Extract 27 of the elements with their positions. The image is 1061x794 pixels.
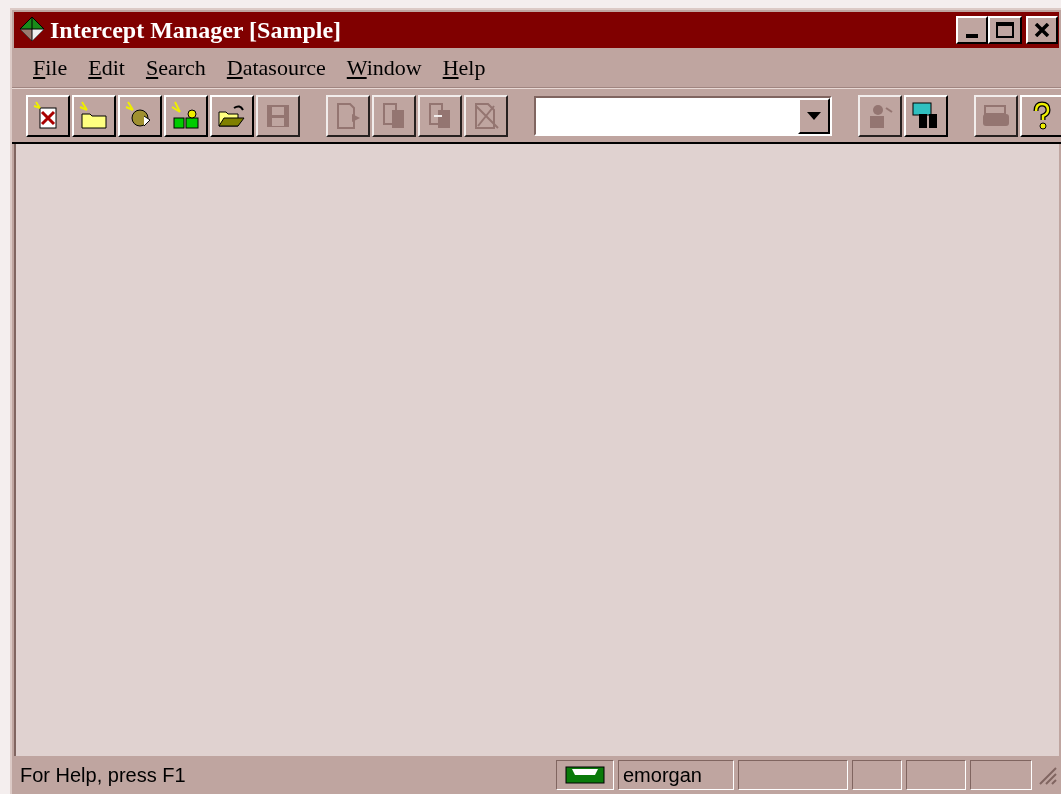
menu-item[interactable]: Edit [81,56,132,79]
toolbar-button[interactable] [1020,94,1061,137]
dropdown-arrow-icon [807,111,821,120]
close-icon [1034,23,1050,37]
close-button[interactable] [1026,16,1058,44]
tray-icon [565,765,605,785]
dropdown-field[interactable] [534,95,832,136]
status-text: For Help, press F1 [20,763,187,788]
minimize-button[interactable] [956,16,988,44]
status-pane: emorgan [618,760,734,790]
folder-icon [78,99,110,132]
status-pane [852,760,902,790]
maximize-button[interactable] [988,16,1022,44]
window-title: Intercept Manager [Sample] [50,18,342,42]
menu-item[interactable]: Window [339,56,429,79]
menu-item[interactable]: Search [138,56,213,79]
menu-item[interactable]: Datasource [219,56,333,79]
status-pane [970,760,1032,790]
toolbar-button[interactable] [118,94,162,137]
toolbar-button[interactable] [164,94,208,137]
toolbar-button[interactable] [72,94,116,137]
toolbar-button[interactable] [210,94,254,137]
toolbar-button[interactable] [26,94,70,137]
status-pane [906,760,966,790]
toolbar-button[interactable] [904,94,948,137]
menu-item[interactable]: File [26,56,75,79]
menu-item[interactable]: Help [435,56,493,79]
